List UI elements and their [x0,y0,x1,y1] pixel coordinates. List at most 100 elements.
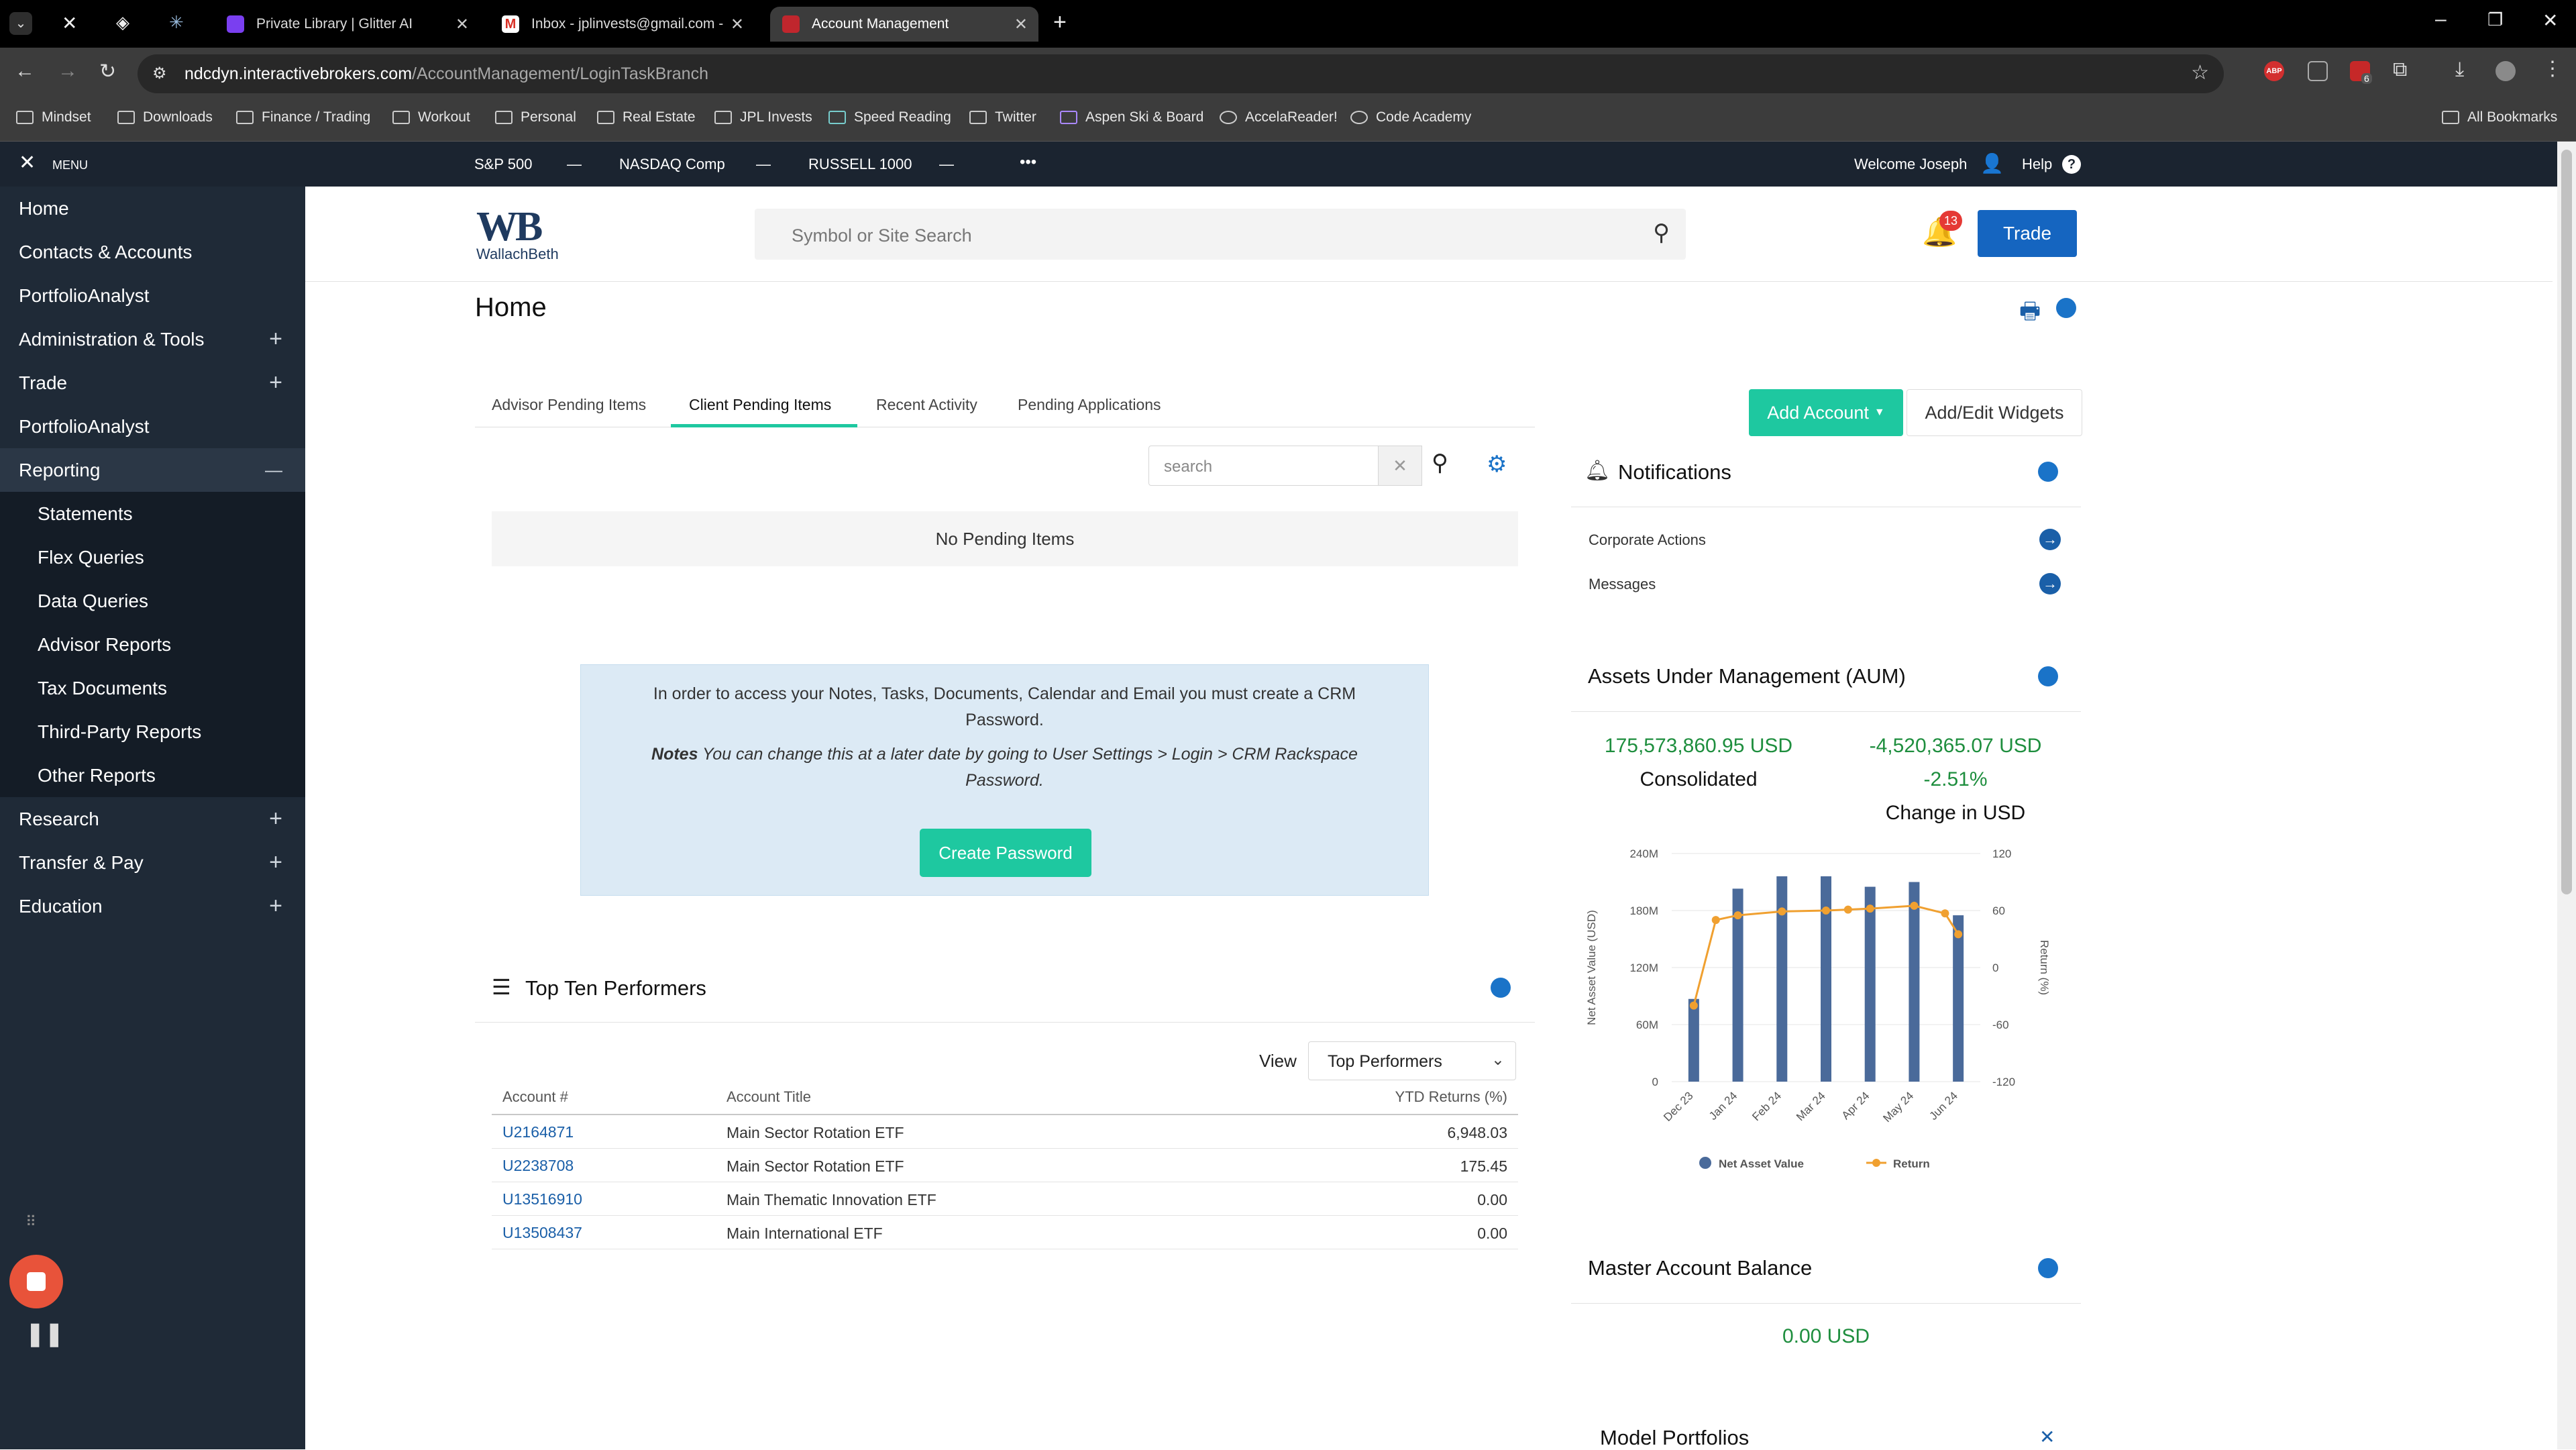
back-icon[interactable]: ← [15,60,35,83]
sidebar-item-research[interactable]: Research + [0,797,305,841]
bookmark-star-icon[interactable]: ☆ [2191,61,2209,85]
more-indices-icon[interactable]: ••• [1020,153,1036,172]
download-icon[interactable]: ⤓ [2455,58,2464,81]
sidebar-item-home[interactable]: Home [0,187,305,230]
all-bookmarks[interactable]: All Bookmarks [2442,109,2557,125]
browser-menu-icon[interactable]: ⋮ [2542,57,2563,81]
sidebar-item-contacts[interactable]: Contacts & Accounts [0,230,305,274]
print-icon[interactable]: 🖶 [2019,295,2041,333]
record-stop-button[interactable] [9,1255,63,1308]
sidebar-item-other-reports[interactable]: Other Reports [0,754,305,797]
expand-plus-icon[interactable]: + [269,849,282,876]
bookmark-speed-reading[interactable]: Speed Reading [828,109,951,125]
extension-icon[interactable] [2308,61,2328,81]
bookmark-finance[interactable]: Finance / Trading [236,109,370,125]
add-account-button[interactable]: Add Account ▼ [1749,389,1903,436]
tab-gmail[interactable]: M Inbox - jplinvests@gmail.com - ✕ [490,7,755,42]
tab-advisor-pending[interactable]: Advisor Pending Items [492,396,646,414]
table-row[interactable]: U2164871 Main Sector Rotation ETF 6,948.… [492,1115,1518,1149]
page-scrollbar[interactable] [2557,142,2576,1449]
arrow-right-circle-icon[interactable]: → [2039,573,2061,594]
x-logo-icon[interactable]: ✕ [62,12,77,34]
page-help-icon[interactable] [2056,298,2076,318]
view-select[interactable]: Top Performers ⌄ [1308,1041,1516,1080]
arrow-right-circle-icon[interactable]: → [2039,529,2061,550]
close-icon[interactable]: ✕ [455,15,469,34]
sidebar-item-education[interactable]: Education + [0,884,305,928]
tab-pending-applications[interactable]: Pending Applications [1018,396,1161,414]
menu-close-icon[interactable]: ✕ [19,151,36,174]
expand-plus-icon[interactable]: + [269,893,282,919]
account-link[interactable]: U13508437 [502,1224,582,1242]
forward-icon[interactable]: → [58,60,78,83]
sidebar-item-trade[interactable]: Trade + [0,361,305,405]
menu-label[interactable]: MENU [52,158,88,172]
index-sp500[interactable]: S&P 500 [474,156,532,173]
wallachbeth-logo[interactable]: WB WallachBeth [476,206,584,264]
account-link[interactable]: U2164871 [502,1123,574,1141]
drag-handle-icon[interactable]: ⠿ [25,1213,36,1231]
sidebar-item-flex-queries[interactable]: Flex Queries [0,535,305,579]
sidebar-item-transfer-pay[interactable]: Transfer & Pay + [0,841,305,884]
index-nasdaq[interactable]: NASDAQ Comp [619,156,725,173]
notifications-help-icon[interactable] [2038,462,2058,482]
expand-plus-icon[interactable]: + [269,326,282,352]
bookmark-downloads[interactable]: Downloads [117,109,213,125]
window-close-icon[interactable]: ✕ [2542,9,2558,32]
sidebar-item-portfolioanalyst[interactable]: PortfolioAnalyst [0,274,305,317]
bookmark-jpl-invests[interactable]: JPL Invests [714,109,812,125]
bookmark-real-estate[interactable]: Real Estate [597,109,696,125]
aum-help-icon[interactable] [2038,666,2058,686]
sidebar-item-statements[interactable]: Statements [0,492,305,535]
sidebar-item-portfolioanalyst-2[interactable]: PortfolioAnalyst [0,405,305,448]
table-row[interactable]: U13508437 Main International ETF 0.00 [492,1216,1518,1249]
sidebar-item-reporting[interactable]: Reporting — [0,448,305,492]
account-link[interactable]: U13516910 [502,1190,582,1208]
performers-help-icon[interactable] [1491,978,1511,998]
restore-icon[interactable]: ❐ [2487,9,2503,30]
pinned-tab-icon[interactable]: ◈ [116,12,129,33]
scrollbar-thumb[interactable] [2561,150,2572,894]
bookmark-accelareader[interactable]: AccelaReader! [1220,109,1338,125]
help-circle-icon[interactable]: ? [2062,155,2081,174]
bookmark-personal[interactable]: Personal [495,109,576,125]
profile-avatar-icon[interactable] [2496,61,2516,81]
index-russell[interactable]: RUSSELL 1000 [808,156,912,173]
pause-icon[interactable]: ❚❚ [25,1320,64,1347]
search-icon[interactable]: ⚲ [1653,219,1670,246]
settings-gear-icon[interactable]: ⚙ [1487,451,1507,478]
add-edit-widgets-button[interactable]: Add/Edit Widgets [1907,389,2082,436]
balance-help-icon[interactable] [2038,1258,2058,1278]
pinned-tab-icon-2[interactable]: ✳ [169,12,184,33]
bookmark-workout[interactable]: Workout [392,109,470,125]
create-password-button[interactable]: Create Password [920,829,1091,877]
close-icon[interactable]: ✕ [731,15,744,34]
tab-search-icon[interactable]: ⌄ [9,12,32,35]
pending-search-input[interactable]: search [1148,446,1378,486]
bookmark-twitter[interactable]: Twitter [969,109,1036,125]
user-icon[interactable]: 👤 [1980,152,2004,174]
site-info-icon[interactable]: ⚙ [152,64,167,83]
close-icon[interactable]: ✕ [1014,15,1028,34]
adblock-icon[interactable]: ABP [2264,61,2284,81]
expand-plus-icon[interactable]: + [269,370,282,396]
collapse-minus-icon[interactable]: — [265,460,282,480]
reload-icon[interactable]: ↻ [99,60,116,83]
sidebar-item-tax-documents[interactable]: Tax Documents [0,666,305,710]
table-row[interactable]: U2238708 Main Sector Rotation ETF 175.45 [492,1149,1518,1182]
new-tab-icon[interactable]: + [1053,9,1067,36]
tab-recent-activity[interactable]: Recent Activity [876,396,977,414]
account-link[interactable]: U2238708 [502,1157,574,1175]
tab-account-management[interactable]: Account Management ✕ [770,7,1038,42]
welcome-text[interactable]: Welcome Joseph [1854,156,1967,173]
close-widget-icon[interactable]: ✕ [2039,1426,2055,1448]
site-search-input[interactable]: Symbol or Site Search ⚲ [755,209,1686,260]
extensions-puzzle-icon[interactable]: ⧉ [2393,58,2407,81]
table-row[interactable]: U13516910 Main Thematic Innovation ETF 0… [492,1182,1518,1216]
expand-plus-icon[interactable]: + [269,806,282,832]
bookmark-code-academy[interactable]: Code Academy [1350,109,1471,125]
pending-search-icon[interactable]: ⚲ [1432,450,1448,476]
bookmark-mindset[interactable]: Mindset [16,109,91,125]
sidebar-item-data-queries[interactable]: Data Queries [0,579,305,623]
tab-client-pending[interactable]: Client Pending Items [689,396,831,414]
